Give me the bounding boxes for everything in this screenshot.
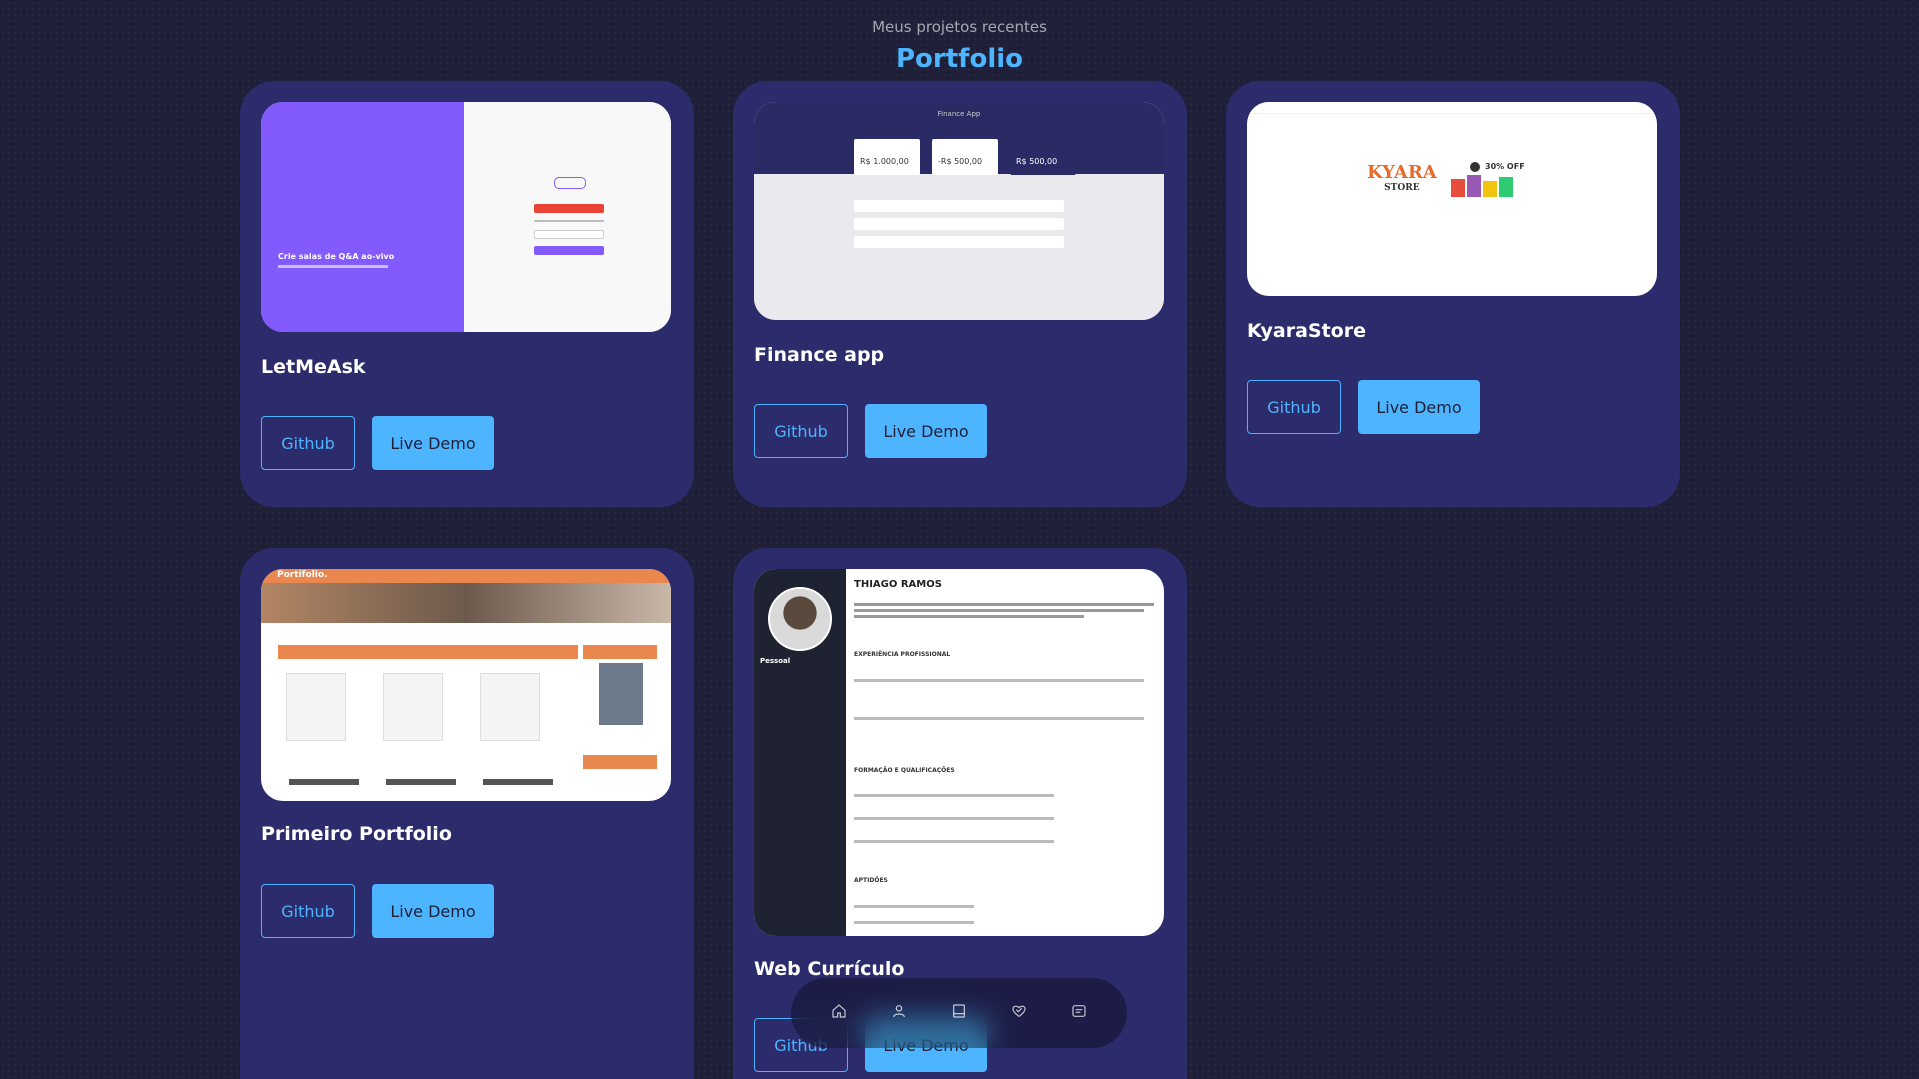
preview-logo: KYARA STORE: [1367, 162, 1437, 193]
project-thumbnail: Pessoal THIAGO RAMOS EXPERIÊNCIA PROFISS…: [754, 569, 1164, 936]
live-demo-button[interactable]: Live Demo: [372, 884, 494, 938]
portfolio-page: Meus projetos recentes Portfolio Crie sa…: [0, 0, 1919, 1079]
sale-badge: 30% OFF: [1485, 162, 1525, 171]
live-demo-button[interactable]: Live Demo: [372, 416, 494, 470]
project-title: KyaraStore: [1247, 320, 1366, 342]
github-button[interactable]: Github: [261, 884, 355, 938]
nav-services[interactable]: [1001, 995, 1037, 1031]
project-title: LetMeAsk: [261, 356, 366, 378]
services-icon: [1011, 1003, 1027, 1023]
project-thumbnail: R$ 1.000,00 -R$ 500,00 R$ 500,00 Finance…: [754, 102, 1164, 320]
section-title: Portfolio: [895, 44, 1024, 74]
project-title: Primeiro Portfolio: [261, 823, 452, 845]
section-subtitle: Meus projetos recentes: [872, 18, 1047, 36]
section-header: Meus projetos recentes Portfolio: [0, 18, 1919, 74]
project-thumbnail: KYARA STORE 30% OFF: [1247, 102, 1657, 296]
user-icon: [891, 1003, 907, 1023]
github-button[interactable]: Github: [261, 416, 355, 470]
preview-logo: Portifolio.: [277, 570, 328, 580]
nav-home[interactable]: [821, 995, 857, 1031]
preview-person-name: THIAGO RAMOS: [854, 579, 942, 590]
expense-box: -R$ 500,00: [932, 139, 998, 175]
project-card-primeiro-portfolio: Portifolio. Primeiro Portfolio Github Li…: [240, 548, 694, 1079]
github-button[interactable]: Github: [1247, 380, 1341, 434]
live-demo-button[interactable]: Live Demo: [1358, 380, 1480, 434]
nav-experience[interactable]: [941, 995, 977, 1031]
book-icon: [951, 1003, 967, 1023]
preview-app-title: Finance App: [937, 110, 981, 118]
nav-contact[interactable]: [1061, 995, 1097, 1031]
project-card-finance-app: R$ 1.000,00 -R$ 500,00 R$ 500,00 Finance…: [733, 81, 1187, 507]
github-button[interactable]: Github: [754, 404, 848, 458]
project-title: Web Currículo: [754, 958, 905, 980]
message-icon: [1071, 1003, 1087, 1023]
income-box: R$ 1.000,00: [854, 139, 920, 175]
bottom-navigation: [791, 978, 1127, 1048]
project-card-letmeask: Crie salas de Q&A ao-vivo LetMeAsk Githu…: [240, 81, 694, 507]
home-icon: [831, 1003, 847, 1023]
nav-about[interactable]: [881, 995, 917, 1031]
project-title: Finance app: [754, 344, 885, 366]
project-card-kyarastore: KYARA STORE 30% OFF KyaraStore Github Li…: [1226, 81, 1680, 507]
avatar: [768, 587, 832, 651]
project-thumbnail: Portifolio.: [261, 569, 671, 801]
project-thumbnail: Crie salas de Q&A ao-vivo: [261, 102, 671, 332]
preview-heading: Crie salas de Q&A ao-vivo: [278, 252, 395, 261]
live-demo-button[interactable]: Live Demo: [865, 404, 987, 458]
preview-logo: [554, 177, 586, 189]
total-box: R$ 500,00: [1010, 139, 1076, 175]
